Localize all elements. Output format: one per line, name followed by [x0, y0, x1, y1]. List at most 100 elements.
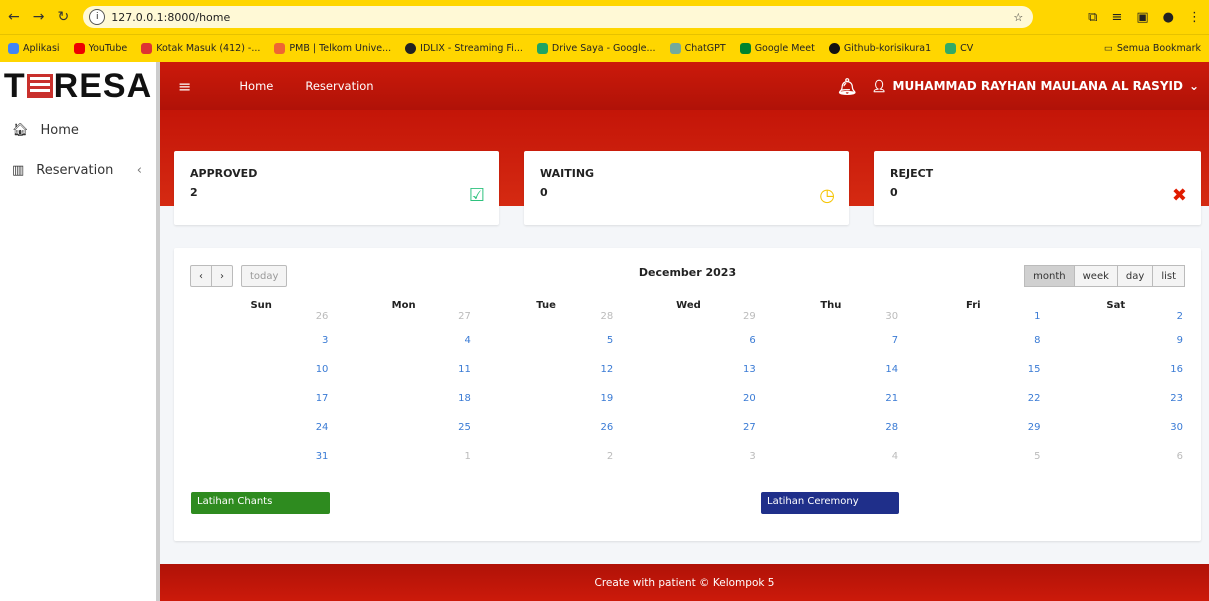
bookmark-drive[interactable]: Drive Saya - Google... [536, 43, 656, 54]
bookmark-chatgpt[interactable]: ChatGPT [669, 43, 726, 54]
view-week-button[interactable]: week [1073, 265, 1118, 287]
day-cell[interactable]: 2 [475, 451, 617, 480]
bookmark-apps[interactable]: Aplikasi [8, 43, 60, 54]
day-cell[interactable]: 28 [475, 311, 617, 335]
extensions-icon[interactable]: ⧉ [1088, 10, 1097, 25]
day-cell[interactable]: 5 [475, 335, 617, 364]
bookmark-gmail[interactable]: Kotak Masuk (412) -... [141, 43, 260, 54]
cv-icon [945, 43, 957, 54]
url-field[interactable]: i 127.0.0.1:8000/home ☆ [83, 6, 1034, 28]
day-cell[interactable]: 1 [332, 451, 474, 480]
media-icon[interactable]: ≡ [1111, 10, 1122, 25]
logo[interactable]: T RESA [0, 62, 156, 110]
event-latihan-ceremony[interactable]: Latihan Ceremony [761, 492, 899, 514]
day-header: Tue [536, 300, 556, 311]
reload-icon[interactable]: ↻ [57, 9, 69, 25]
back-icon[interactable]: ← [8, 9, 20, 25]
menu-icon[interactable]: ⋮ [1188, 10, 1201, 25]
day-cell[interactable]: 4 [760, 451, 902, 480]
day-cell[interactable]: 2 [1045, 311, 1187, 335]
all-bookmarks[interactable]: ▭ Semua Bookmark [1104, 43, 1201, 54]
view-list-button[interactable]: list [1152, 265, 1185, 287]
day-cell[interactable]: 15 [902, 364, 1044, 393]
day-cell[interactable]: 27 [332, 311, 474, 335]
user-icon: 👤︎ [871, 79, 887, 93]
user-menu[interactable]: 👤︎ MUHAMMAD RAYHAN MAULANA AL RASYID ⌄ [871, 79, 1199, 93]
bookmark-github[interactable]: Github-korisikura1 [828, 43, 931, 54]
day-cell[interactable]: 20 [617, 393, 759, 422]
day-cell[interactable]: 19 [475, 393, 617, 422]
day-cell[interactable]: 26 [190, 311, 332, 335]
footer: Create with patient © Kelompok 5 [160, 564, 1209, 601]
hamburger-icon[interactable]: ≡ [178, 77, 191, 96]
bell-icon[interactable]: 🔔︎ [837, 77, 857, 96]
event-latihan-chants[interactable]: Latihan Chants [191, 492, 330, 514]
day-cell[interactable]: 24 [190, 422, 332, 451]
day-cell[interactable]: 25 [332, 422, 474, 451]
profile-icon[interactable]: ● [1163, 10, 1174, 25]
day-cell[interactable]: 27 [617, 422, 759, 451]
browser-toolbar-icons: ⧉ ≡ ▣ ● ⋮ [1088, 10, 1201, 25]
day-cell[interactable]: 5 [902, 451, 1044, 480]
day-cell[interactable]: 29 [617, 311, 759, 335]
url-text: 127.0.0.1:8000/home [111, 10, 231, 24]
day-cell[interactable]: 8 [902, 335, 1044, 364]
sidebar-item-reservation[interactable]: ▥ Reservation ‹ [0, 150, 156, 190]
view-month-button[interactable]: month [1024, 265, 1075, 287]
card-title: REJECT [890, 167, 934, 180]
telkom-icon [274, 43, 286, 54]
day-cell[interactable]: 28 [760, 422, 902, 451]
day-cell[interactable]: 18 [332, 393, 474, 422]
day-cell[interactable]: 14 [760, 364, 902, 393]
day-cell[interactable]: 9 [1045, 335, 1187, 364]
day-header: Fri [966, 300, 981, 311]
day-cell[interactable]: 16 [1045, 364, 1187, 393]
day-cell[interactable]: 3 [190, 335, 332, 364]
sidebar: T RESA 🏠︎ Home ▥ Reservation ‹ [0, 62, 160, 601]
day-cell[interactable]: 4 [332, 335, 474, 364]
nav-reservation[interactable]: Reservation [305, 79, 373, 93]
bookmark-meet[interactable]: Google Meet [739, 43, 815, 54]
meet-icon [739, 43, 751, 54]
star-icon[interactable]: ☆ [1013, 11, 1023, 24]
day-cell[interactable]: 6 [617, 335, 759, 364]
top-navbar: ≡ Home Reservation 🔔︎ 👤︎ MUHAMMAD RAYHAN… [160, 62, 1209, 110]
sidepanel-icon[interactable]: ▣ [1136, 10, 1148, 25]
github-icon [828, 43, 840, 54]
day-cell[interactable]: 3 [617, 451, 759, 480]
day-cell[interactable]: 21 [760, 393, 902, 422]
bookmarks-bar: Aplikasi YouTube Kotak Masuk (412) -... … [0, 34, 1209, 62]
day-header: Wed [676, 300, 701, 311]
day-cell[interactable]: 13 [617, 364, 759, 393]
card-value: 2 [190, 186, 198, 199]
idlix-icon [405, 43, 417, 54]
bookmark-cv[interactable]: CV [945, 43, 973, 54]
day-cell[interactable]: 31 [190, 451, 332, 480]
day-cell[interactable]: 23 [1045, 393, 1187, 422]
sidebar-item-home[interactable]: 🏠︎ Home [0, 110, 156, 150]
info-icon[interactable]: i [89, 9, 106, 25]
day-cell[interactable]: 29 [902, 422, 1044, 451]
youtube-icon [73, 43, 85, 54]
view-day-button[interactable]: day [1116, 265, 1154, 287]
day-cell[interactable]: 30 [1045, 422, 1187, 451]
day-cell[interactable]: 22 [902, 393, 1044, 422]
day-cell[interactable]: 12 [475, 364, 617, 393]
day-cell[interactable]: 26 [475, 422, 617, 451]
navbar-right: 🔔︎ 👤︎ MUHAMMAD RAYHAN MAULANA AL RASYID … [837, 77, 1199, 96]
bookmark-idlix[interactable]: IDLIX - Streaming Fi... [405, 43, 523, 54]
day-cell[interactable]: 17 [190, 393, 332, 422]
forward-icon[interactable]: → [33, 9, 45, 25]
bookmark-youtube[interactable]: YouTube [73, 43, 127, 54]
day-cell[interactable]: 1 [902, 311, 1044, 335]
day-cell[interactable]: 11 [332, 364, 474, 393]
day-cell[interactable]: 10 [190, 364, 332, 393]
day-cell[interactable]: 7 [760, 335, 902, 364]
week-row: 10 11 12 13 14 15 16 [190, 364, 1187, 393]
day-cell[interactable]: 6 [1045, 451, 1187, 480]
approved-card: APPROVED 2 ☑ [174, 151, 499, 225]
bookmark-pmb[interactable]: PMB | Telkom Unive... [274, 43, 391, 54]
nav-home[interactable]: Home [239, 79, 273, 93]
home-icon: 🏠︎ [12, 122, 29, 138]
day-cell[interactable]: 30 [760, 311, 902, 335]
